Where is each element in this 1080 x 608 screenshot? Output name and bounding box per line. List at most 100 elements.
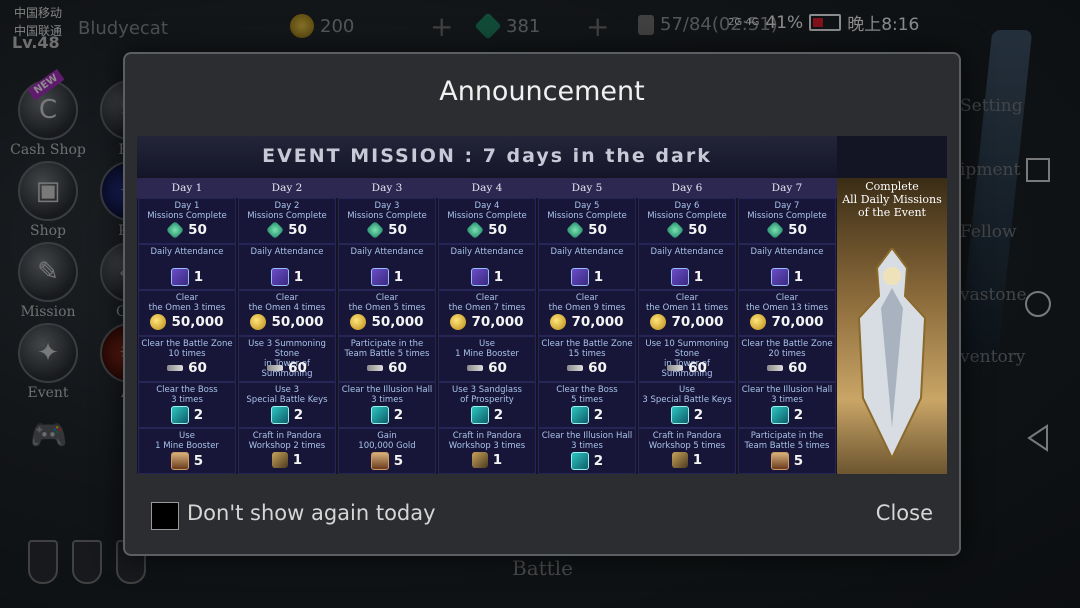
mission-cell: Clear the Boss 5 times 2 — [538, 382, 636, 428]
wrench-icon — [471, 452, 488, 468]
reward-amount: 70,000 — [771, 314, 824, 330]
reward-amount: 50,000 — [271, 314, 324, 330]
mission-text: Use 10 Summoning Stone in Tower of Summon… — [645, 339, 729, 379]
mission-cell: Daily Attendance 1 — [138, 244, 236, 290]
mission-reward: 60 — [339, 360, 435, 376]
reward-amount: 50 — [588, 222, 607, 238]
day-header: Day 3 — [337, 178, 437, 198]
gem-icon — [566, 220, 585, 240]
mission-text: Day 3 Missions Complete — [347, 201, 427, 221]
reward-amount: 60 — [188, 360, 207, 376]
mission-reward: 1 — [339, 268, 435, 286]
mission-text: Clear the Boss 5 times — [556, 385, 618, 405]
reward-amount: 2 — [693, 407, 704, 423]
reward-amount: 1 — [593, 269, 604, 285]
day-header: Day 2 — [237, 178, 337, 198]
ticket-icon — [670, 406, 689, 424]
reward-amount: 1 — [393, 269, 404, 285]
mission-reward: 2 — [439, 406, 535, 424]
ticket-icon — [470, 406, 489, 424]
ticket-icon — [270, 406, 289, 424]
mission-cell: Daily Attendance 1 — [338, 244, 436, 290]
att-icon — [470, 268, 489, 286]
mission-text: Use 3 Sandglass of Prosperity — [452, 385, 522, 405]
mission-cell: Use 3 Special Battle Keys 2 — [238, 382, 336, 428]
reward-amount: 70,000 — [671, 314, 724, 330]
gem-icon — [766, 220, 785, 240]
key-icon — [167, 365, 184, 371]
mission-reward: 50,000 — [339, 314, 435, 330]
mission-cell: Day 1 Missions Complete 50 — [138, 198, 236, 244]
mission-text: Daily Attendance — [550, 247, 624, 257]
reward-amount: 60 — [788, 360, 807, 376]
mission-cell: Daily Attendance 1 — [738, 244, 836, 290]
mission-text: Day 2 Missions Complete — [247, 201, 327, 221]
mission-reward: 60 — [139, 360, 235, 376]
mission-cell: Clear the Battle Zone 10 times 60 — [138, 336, 236, 382]
mission-reward: 1 — [139, 268, 235, 286]
ticket-icon — [370, 406, 389, 424]
reward-amount: 50 — [788, 222, 807, 238]
ticket-icon — [170, 406, 189, 424]
mission-cell: Clear the Illusion Hall 3 times 2 — [738, 382, 836, 428]
day-header: Day 4 — [437, 178, 537, 198]
mission-text: Daily Attendance — [150, 247, 224, 257]
gold-icon — [450, 314, 467, 330]
close-button[interactable]: Close — [876, 501, 933, 525]
mission-cell: Day 3 Missions Complete 50 — [338, 198, 436, 244]
mission-reward: 5 — [139, 452, 235, 470]
dont-show-checkbox[interactable] — [151, 502, 179, 530]
reward-amount: 50 — [488, 222, 507, 238]
reward-amount: 60 — [588, 360, 607, 376]
mission-reward: 50 — [239, 220, 335, 240]
gem-icon — [466, 220, 485, 240]
mission-cell: Craft in Pandora Workshop 2 times 1 — [238, 428, 336, 474]
att-icon — [570, 268, 589, 286]
mission-text: Use 1 Mine Booster — [155, 431, 219, 451]
wrench-icon — [271, 452, 288, 468]
event-banner: EVENT MISSION : 7 days in the dark Day 1… — [137, 136, 947, 474]
mission-reward: 50,000 — [139, 314, 235, 330]
mission-cell: Clear the Boss 3 times 2 — [138, 382, 236, 428]
mission-reward: 50 — [339, 220, 435, 240]
reward-amount: 5 — [193, 453, 204, 469]
mission-text: Day 7 Missions Complete — [747, 201, 827, 221]
reward-amount: 50,000 — [371, 314, 424, 330]
wrench-icon — [671, 452, 688, 468]
mission-text: Clear the Omen 9 times — [548, 293, 626, 313]
mission-text: Craft in Pandora Workshop 5 times — [648, 431, 726, 451]
mission-reward: 50 — [439, 220, 535, 240]
reward-amount: 1 — [493, 269, 504, 285]
mission-text: Use 3 Special Battle Keys — [246, 385, 328, 405]
mission-reward: 1 — [239, 268, 335, 286]
mission-text: Clear the Boss 3 times — [156, 385, 218, 405]
mission-text: Clear the Battle Zone 20 times — [741, 339, 833, 359]
mission-text: Daily Attendance — [350, 247, 424, 257]
mission-text: Clear the Omen 5 times — [348, 293, 426, 313]
reward-amount: 50 — [188, 222, 207, 238]
reward-amount: 1 — [693, 269, 704, 285]
reward-amount: 60 — [488, 360, 507, 376]
mission-reward: 1 — [439, 268, 535, 286]
mission-reward: 70,000 — [639, 314, 735, 330]
complete-label: Complete All Daily Missions of the Event — [842, 180, 942, 219]
mission-cell: Clear the Omen 9 times 70,000 — [538, 290, 636, 336]
reward-amount: 50 — [288, 222, 307, 238]
armor-reward-icon — [857, 248, 927, 458]
gold-icon — [650, 314, 667, 330]
dont-show-label[interactable]: Don't show again today — [187, 501, 436, 525]
mission-cell: Use 3 Sandglass of Prosperity 2 — [438, 382, 536, 428]
gem-icon — [166, 220, 185, 240]
mission-cell: Craft in Pandora Workshop 5 times 1 — [638, 428, 736, 474]
mission-reward: 70,000 — [439, 314, 535, 330]
gold-icon — [150, 314, 167, 330]
mission-text: Clear the Battle Zone 10 times — [141, 339, 233, 359]
mission-cell: Clear the Battle Zone 15 times 60 — [538, 336, 636, 382]
mission-reward: 60 — [439, 360, 535, 376]
hourglass-icon — [770, 452, 789, 470]
mission-text: Clear the Omen 3 times — [148, 293, 226, 313]
reward-amount: 1 — [293, 269, 304, 285]
mission-cell: Use 3 Special Battle Keys 2 — [638, 382, 736, 428]
mission-reward: 50 — [139, 220, 235, 240]
mission-reward: 70,000 — [539, 314, 635, 330]
